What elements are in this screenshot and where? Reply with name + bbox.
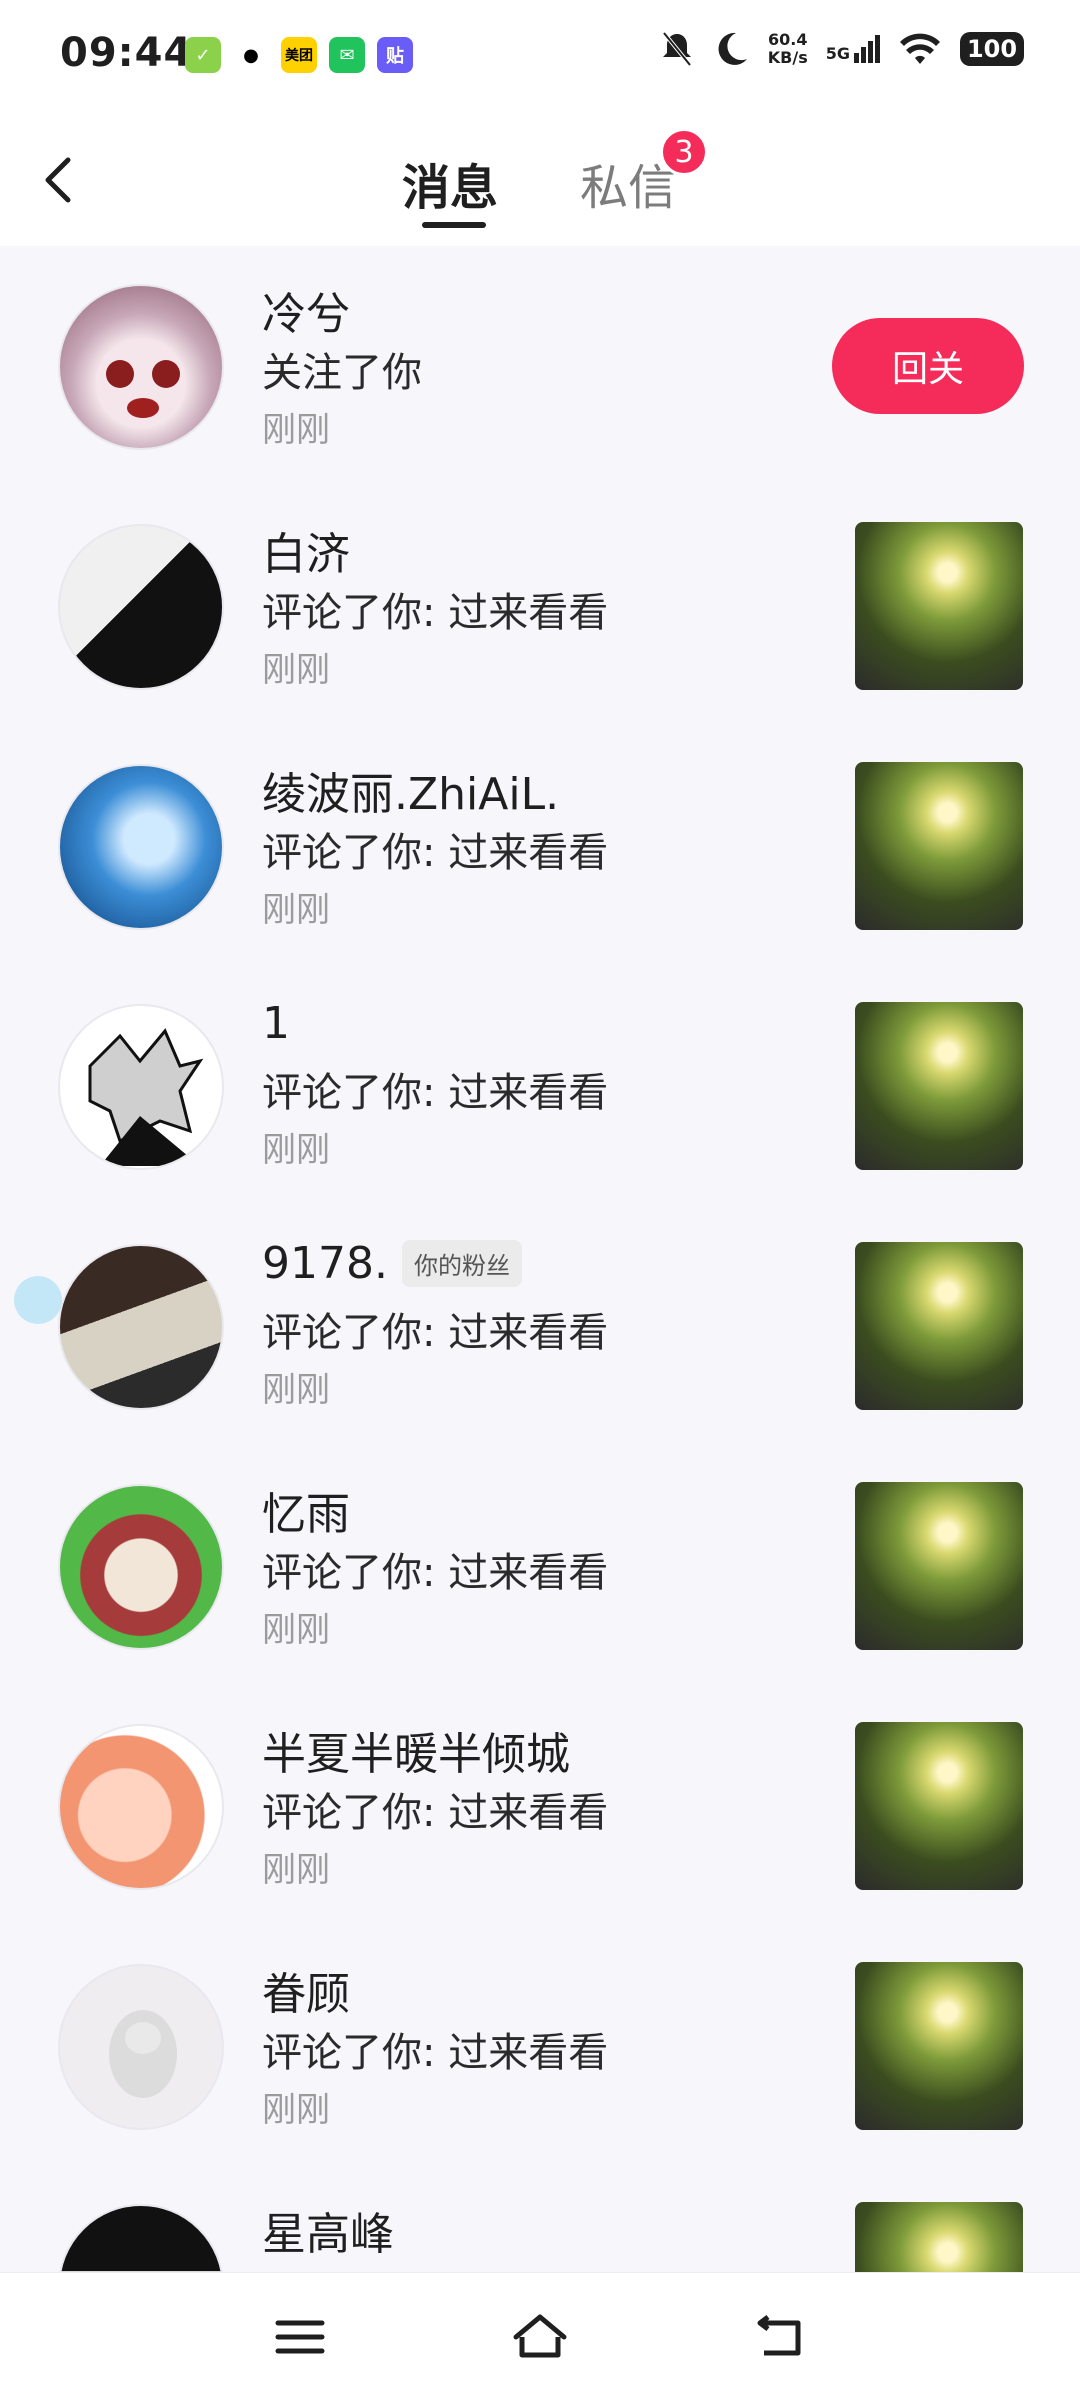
username[interactable]: 星高峰	[262, 2198, 394, 2262]
status-indicators: 60.4 KB/s 5G 100	[660, 30, 1024, 68]
list-item[interactable]: 1 评论了你: 过来看看 刚刚	[0, 966, 1080, 1206]
username[interactable]: 1	[262, 998, 290, 1049]
moon-icon	[718, 32, 747, 65]
follow-back-button[interactable]: 回关	[832, 318, 1024, 414]
network-type: 5G	[825, 44, 850, 63]
username[interactable]: 眷顾	[262, 1958, 350, 2022]
active-tab-indicator	[422, 222, 486, 228]
avatar[interactable]	[58, 1244, 224, 1410]
username-text[interactable]: 冷兮	[262, 278, 350, 342]
username-text[interactable]: 半夏半暖半倾城	[262, 1718, 570, 1782]
list-item[interactable]: 眷顾 评论了你: 过来看看 刚刚	[0, 1926, 1080, 2166]
list-item[interactable]: 9178. 你的粉丝 评论了你: 过来看看 刚刚	[0, 1206, 1080, 1446]
avatar[interactable]	[58, 284, 224, 450]
username-text[interactable]: 1	[262, 998, 290, 1049]
net-speed-unit: KB/s	[767, 48, 808, 67]
username-text[interactable]: 9178.	[262, 1238, 388, 1289]
timestamp: 刚刚	[262, 1370, 330, 1410]
default-avatar[interactable]	[58, 1964, 224, 2130]
list-item[interactable]: 半夏半暖半倾城 评论了你: 过来看看 刚刚	[0, 1686, 1080, 1926]
home-icon[interactable]	[510, 2307, 570, 2367]
notification-text: 评论了你: 过来看看	[262, 1070, 609, 1116]
avatar[interactable]	[58, 764, 224, 930]
status-time: 09:44	[60, 30, 193, 76]
post-thumbnail[interactable]	[855, 1242, 1023, 1410]
username[interactable]: 半夏半暖半倾城	[262, 1718, 570, 1782]
penguin-placeholder-icon	[109, 2010, 177, 2098]
notification-text: 评论了你: 过来看看	[262, 1310, 609, 1356]
info-icon[interactable]	[14, 1276, 62, 1324]
status-app-icons: ✓ ● 美团 ✉ 贴	[185, 37, 413, 73]
list-item[interactable]: 白济 评论了你: 过来看看 刚刚	[0, 486, 1080, 726]
username[interactable]: 冷兮	[262, 278, 350, 342]
username-text[interactable]: 忆雨	[262, 1478, 350, 1542]
meituan-icon: 美团	[281, 37, 317, 73]
timestamp: 刚刚	[262, 1610, 330, 1650]
post-thumbnail[interactable]	[855, 1722, 1023, 1890]
timestamp: 刚刚	[262, 410, 330, 450]
username-text[interactable]: 白济	[262, 518, 350, 582]
mute-bell-icon	[662, 31, 692, 67]
timestamp: 刚刚	[262, 890, 330, 930]
wifi-icon	[900, 33, 940, 64]
status-bar: 09:44 ✓ ● 美团 ✉ 贴 60.4 KB/s 5G 100	[0, 0, 1080, 110]
list-item[interactable]: 绫波丽.ZhiAiL. 评论了你: 过来看看 刚刚	[0, 726, 1080, 966]
username-text[interactable]: 绫波丽.ZhiAiL.	[262, 758, 559, 822]
username-text[interactable]: 眷顾	[262, 1958, 350, 2022]
list-item[interactable]: 星高峰	[0, 2166, 1080, 2272]
dm-unread-badge: 3	[660, 128, 708, 176]
timestamp: 刚刚	[262, 650, 330, 690]
post-thumbnail[interactable]	[855, 1002, 1023, 1170]
back-arrow-icon[interactable]	[30, 150, 90, 210]
username[interactable]: 忆雨	[262, 1478, 350, 1542]
notification-text: 评论了你: 过来看看	[262, 1790, 609, 1836]
tieba-icon: 贴	[377, 37, 413, 73]
fan-tag: 你的粉丝	[401, 1240, 522, 1287]
qq-penguin-icon: ●	[233, 37, 269, 73]
timestamp: 刚刚	[262, 2090, 330, 2130]
tab-messages[interactable]: 消息	[402, 148, 498, 218]
back-icon[interactable]	[750, 2307, 810, 2367]
post-thumbnail[interactable]	[855, 2202, 1023, 2272]
username[interactable]: 白济	[262, 518, 350, 582]
notification-text: 评论了你: 过来看看	[262, 830, 609, 876]
notification-list[interactable]: 冷兮 关注了你 刚刚 回关 白济 评论了你: 过来看看 刚刚 绫波丽.ZhiAi…	[0, 246, 1080, 2272]
menu-icon[interactable]	[270, 2307, 330, 2367]
username[interactable]: 绫波丽.ZhiAiL.	[262, 758, 559, 822]
header: 消息 私信 3	[0, 110, 1080, 246]
signal-icon: 5G	[826, 35, 880, 63]
timestamp: 刚刚	[262, 1850, 330, 1890]
username-text[interactable]: 星高峰	[262, 2198, 394, 2262]
notification-text: 评论了你: 过来看看	[262, 1550, 609, 1596]
list-item[interactable]: 冷兮 关注了你 刚刚 回关	[0, 246, 1080, 486]
wechat-icon: ✉	[329, 37, 365, 73]
avatar[interactable]	[58, 1724, 224, 1890]
username[interactable]: 9178. 你的粉丝	[262, 1238, 522, 1289]
notification-text: 关注了你	[262, 350, 422, 396]
avatar[interactable]	[58, 1004, 224, 1170]
notification-text: 评论了你: 过来看看	[262, 2030, 609, 2076]
notification-text: 评论了你: 过来看看	[262, 590, 609, 636]
battery-indicator: 100	[960, 32, 1024, 66]
list-item[interactable]: 忆雨 评论了你: 过来看看 刚刚	[0, 1446, 1080, 1686]
post-thumbnail[interactable]	[855, 762, 1023, 930]
net-speed-value: 60.4	[768, 30, 808, 49]
net-speed: 60.4 KB/s	[768, 31, 808, 67]
avatar[interactable]	[58, 524, 224, 690]
timestamp: 刚刚	[262, 1130, 330, 1170]
avatar[interactable]	[58, 1484, 224, 1650]
post-thumbnail[interactable]	[855, 1482, 1023, 1650]
checkmark-app-icon: ✓	[185, 37, 221, 73]
post-thumbnail[interactable]	[855, 522, 1023, 690]
system-nav-bar	[0, 2272, 1080, 2401]
post-thumbnail[interactable]	[855, 1962, 1023, 2130]
avatar[interactable]	[58, 2204, 224, 2272]
